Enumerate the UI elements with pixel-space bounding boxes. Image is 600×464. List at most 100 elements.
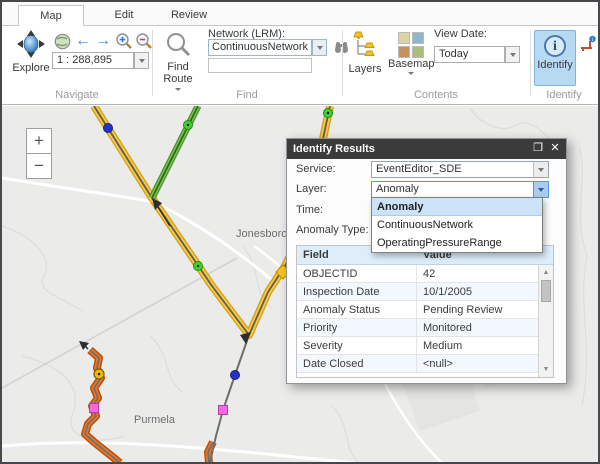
event-editor-window: Map Edit Review Explore: [0, 0, 600, 464]
back-extent-arrow-icon[interactable]: ←: [75, 33, 91, 49]
service-combo-dropdown-button[interactable]: [533, 162, 548, 177]
group-label-navigate: Navigate: [2, 89, 152, 101]
dialog-title: Identify Results: [293, 143, 375, 155]
zoom-in-icon[interactable]: [115, 32, 133, 53]
find-route-label-line2: Route: [156, 73, 200, 85]
field-cell: Inspection Date: [297, 283, 417, 300]
map-zoom-in-button[interactable]: +: [26, 128, 52, 154]
chevron-down-icon: [538, 188, 544, 192]
table-row: PriorityMonitored: [297, 319, 538, 337]
dropdown-option-operatingpressurerange[interactable]: OperatingPressureRange: [372, 234, 542, 252]
identify-results-dialog: Identify Results ❐ ✕ Service: EventEdito…: [286, 138, 567, 384]
service-combo[interactable]: EventEditor_SDE: [371, 161, 549, 178]
view-date-dropdown-button[interactable]: [505, 46, 520, 63]
zoom-out-icon[interactable]: [135, 32, 153, 53]
green-point-marker: [324, 109, 333, 118]
dialog-title-bar[interactable]: Identify Results ❐ ✕: [287, 139, 566, 159]
network-combo[interactable]: ContinuousNetwork: [208, 39, 312, 56]
table-row: SeverityMedium: [297, 337, 538, 355]
value-cell: Monitored: [417, 319, 538, 336]
identify-info-icon: i: [544, 35, 566, 57]
chevron-down-icon: [510, 53, 516, 57]
map-canvas[interactable]: + − Jonesboro Purmela Identify Results ❐…: [2, 106, 598, 462]
find-route-button[interactable]: Find Route: [156, 31, 200, 91]
explore-orb-icon: [16, 50, 46, 62]
route-gray[interactable]: [209, 335, 249, 462]
layer-combo-value: Anomaly: [376, 183, 419, 195]
dropdown-option-anomaly[interactable]: Anomaly: [372, 198, 542, 216]
group-separator: [342, 30, 343, 96]
value-cell: <null>: [417, 355, 538, 372]
full-extent-globe-icon[interactable]: [54, 33, 71, 53]
field-cell: Anomaly Status: [297, 301, 417, 318]
green-point-marker: [184, 121, 193, 130]
table-row: Inspection Date10/1/2005: [297, 283, 538, 301]
layers-label: Layers: [346, 63, 384, 75]
value-cell: Medium: [417, 337, 538, 354]
forward-extent-arrow-icon[interactable]: →: [95, 33, 111, 49]
field-cell: Priority: [297, 319, 417, 336]
identify-route-icon[interactable]: i: [580, 35, 597, 55]
time-label: Time:: [296, 204, 323, 216]
table-scrollbar[interactable]: ▲ ▼: [538, 265, 553, 377]
yellow-point-marker: [94, 369, 104, 379]
table-row: Date Closed<null>: [297, 355, 538, 373]
dropdown-option-continuousnetwork[interactable]: ContinuousNetwork: [372, 216, 542, 234]
maximize-icon[interactable]: ❐: [530, 139, 546, 159]
route-id-input[interactable]: [208, 58, 312, 73]
service-combo-value: EventEditor_SDE: [376, 163, 462, 175]
basemap-button[interactable]: Basemap: [388, 30, 434, 75]
explore-button[interactable]: Explore: [8, 29, 54, 74]
attributes-table: Field Value OBJECTID42 Inspection Date10…: [296, 245, 554, 378]
pink-square-marker: [90, 404, 99, 413]
pink-square-marker: [219, 406, 228, 415]
chevron-down-icon: [317, 46, 323, 50]
map-zoom-control: + −: [26, 128, 52, 179]
map-zoom-out-button[interactable]: −: [26, 153, 52, 179]
scrollbar-thumb[interactable]: [541, 280, 551, 302]
anomaly-type-label: Anomaly Type:: [296, 224, 369, 236]
table-body: OBJECTID42 Inspection Date10/1/2005 Anom…: [297, 265, 553, 373]
identify-button[interactable]: i Identify: [534, 30, 576, 86]
table-row: Anomaly StatusPending Review: [297, 301, 538, 319]
view-date-combo[interactable]: Today: [434, 46, 505, 63]
place-label-jonesboro: Jonesboro: [236, 228, 287, 240]
scroll-down-icon[interactable]: ▼: [539, 363, 553, 376]
blue-point-marker: [231, 371, 240, 380]
basemap-grid-icon: [398, 32, 424, 58]
group-label-find: Find: [152, 89, 342, 101]
scroll-up-icon[interactable]: ▲: [539, 266, 553, 279]
group-separator: [530, 30, 531, 96]
group-label-identify: Identify: [530, 89, 598, 101]
map-scale-input[interactable]: 1 : 288,895: [52, 52, 134, 69]
value-cell: Pending Review: [417, 301, 538, 318]
view-date-label: View Date:: [434, 28, 487, 40]
identify-button-label: Identify: [535, 59, 575, 71]
layer-combo[interactable]: Anomaly: [371, 181, 549, 198]
map-scale-dropdown-button[interactable]: [134, 52, 149, 69]
chevron-down-icon: [538, 168, 544, 172]
layer-combo-dropdown-button[interactable]: [533, 182, 548, 197]
blue-point-marker: [104, 124, 113, 133]
tab-edit[interactable]: Edit: [94, 5, 154, 25]
ribbon: Explore ← → 1 : 288,895: [2, 26, 598, 105]
tab-review[interactable]: Review: [154, 5, 224, 25]
ribbon-tab-bar: Map Edit Review: [2, 2, 598, 26]
chevron-down-icon: [408, 72, 414, 75]
green-point-marker: [194, 262, 203, 271]
value-cell: 42: [417, 265, 538, 282]
table-row: OBJECTID42: [297, 265, 538, 283]
layers-button[interactable]: Layers: [346, 30, 384, 75]
close-icon[interactable]: ✕: [547, 139, 563, 159]
route-green[interactable]: [152, 106, 198, 198]
place-label-purmela: Purmela: [134, 414, 175, 426]
group-separator: [152, 30, 153, 96]
layer-label: Layer:: [296, 183, 327, 195]
chevron-down-icon: [139, 59, 145, 63]
network-combo-dropdown-button[interactable]: [312, 39, 327, 56]
find-route-magnifier-icon: [165, 49, 192, 61]
tab-map[interactable]: Map: [18, 5, 84, 26]
group-label-contents: Contents: [342, 89, 530, 101]
field-cell: Date Closed: [297, 355, 417, 372]
service-label: Service:: [296, 163, 336, 175]
